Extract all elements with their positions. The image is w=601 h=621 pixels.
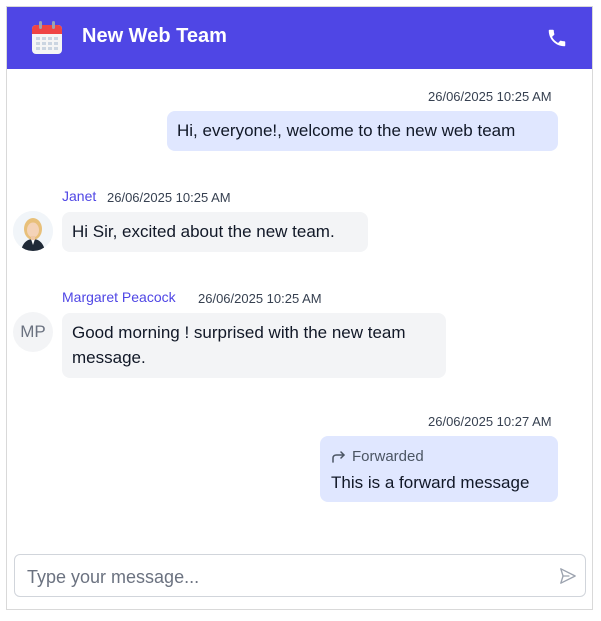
message-composer <box>14 554 586 597</box>
chat-title: New Web Team <box>82 25 227 47</box>
sender-name[interactable]: Janet <box>62 188 96 204</box>
message-timestamp: 26/06/2025 10:27 AM <box>428 414 552 429</box>
message-bubble-outgoing[interactable]: Hi, everyone!, welcome to the new web te… <box>167 111 558 151</box>
message-timestamp: 26/06/2025 10:25 AM <box>428 89 552 104</box>
message-bubble-incoming[interactable]: Good morning ! surprised with the new te… <box>62 313 446 378</box>
phone-icon[interactable] <box>546 27 568 49</box>
chat-header: New Web Team <box>7 7 592 69</box>
sender-name[interactable]: Margaret Peacock <box>62 289 176 305</box>
calendar-icon <box>32 21 62 54</box>
message-timestamp: 26/06/2025 10:25 AM <box>107 190 231 205</box>
chat-window: New Web Team 26/06/2025 10:25 AM Hi, eve… <box>6 6 593 610</box>
forwarded-label: Forwarded <box>352 448 424 465</box>
avatar-photo-janet <box>13 211 53 251</box>
send-icon[interactable] <box>559 567 577 585</box>
message-input[interactable] <box>25 563 549 591</box>
message-text: This is a forward message <box>331 473 530 492</box>
avatar[interactable] <box>13 211 53 251</box>
forward-icon <box>332 450 345 463</box>
avatar[interactable]: MP <box>13 312 53 352</box>
forwarded-indicator: Forwarded <box>332 444 424 469</box>
message-bubble-outgoing[interactable]: Forwarded This is a forward message <box>320 436 558 502</box>
message-timestamp: 26/06/2025 10:25 AM <box>198 291 322 306</box>
message-bubble-incoming[interactable]: Hi Sir, excited about the new team. <box>62 212 368 252</box>
